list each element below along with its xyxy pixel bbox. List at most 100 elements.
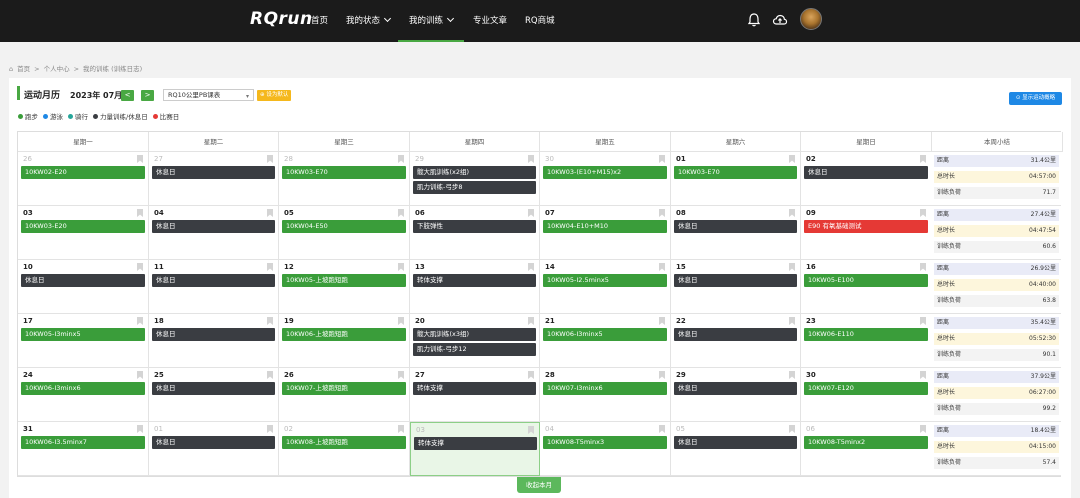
bookmark-icon[interactable] — [137, 317, 143, 325]
bookmark-icon[interactable] — [398, 263, 404, 271]
calendar-day-cell[interactable]: 07 10KW04-E10+M10 — [540, 206, 671, 260]
training-event[interactable]: 10KW08-上坡跑短跑 — [282, 436, 406, 449]
training-event[interactable]: 10KW03-E20 — [21, 220, 145, 233]
training-event[interactable]: 10KW07-E120 — [804, 382, 928, 395]
calendar-day-cell[interactable]: 06 10KW08-T5minx2 — [801, 422, 932, 476]
training-event[interactable]: 10KW03-E70 — [282, 166, 406, 179]
calendar-day-cell[interactable]: 31 10KW06-I3.5minx7 — [18, 422, 149, 476]
calendar-day-cell[interactable]: 29 休息日 — [671, 368, 801, 422]
calendar-day-cell[interactable]: 26 10KW07-上坡跑短跑 — [279, 368, 410, 422]
calendar-day-cell[interactable]: 19 10KW06-上坡跑短跑 — [279, 314, 410, 368]
bookmark-icon[interactable] — [659, 317, 665, 325]
calendar-day-cell[interactable]: 11 休息日 — [149, 260, 279, 314]
show-summary-button[interactable]: ⊙ 显示运动概略 — [1009, 92, 1062, 105]
calendar-day-cell[interactable]: 30 10KW03-(E10+M15)x2 — [540, 152, 671, 206]
breadcrumb-personal-center[interactable]: 个人中心 — [44, 65, 70, 73]
calendar-day-cell[interactable]: 10 休息日 — [18, 260, 149, 314]
breadcrumb-home[interactable]: 首页 — [17, 65, 30, 73]
training-event[interactable]: 休息日 — [674, 274, 797, 287]
nav-articles[interactable]: 专业文章 — [473, 14, 507, 26]
bookmark-icon[interactable] — [137, 155, 143, 163]
nav-home[interactable]: 首页 — [311, 14, 328, 26]
bookmark-icon[interactable] — [398, 155, 404, 163]
training-event[interactable]: 10KW05-I2.5minx5 — [543, 274, 667, 287]
bookmark-icon[interactable] — [920, 155, 926, 163]
bookmark-icon[interactable] — [789, 155, 795, 163]
training-event[interactable]: E90 有氧基础测试 — [804, 220, 928, 233]
training-event[interactable]: 转体支撑 — [414, 437, 537, 450]
bookmark-icon[interactable] — [398, 209, 404, 217]
training-event[interactable]: 休息日 — [152, 328, 275, 341]
nav-my-training[interactable]: 我的训练 — [409, 14, 455, 26]
calendar-day-cell[interactable]: 03 10KW03-E20 — [18, 206, 149, 260]
calendar-day-cell[interactable]: 20 髋大肌训练(x3组) 肌力训练-弓步12 — [410, 314, 540, 368]
training-event[interactable]: 10KW04-E10+M10 — [543, 220, 667, 233]
calendar-day-cell[interactable]: 30 10KW07-E120 — [801, 368, 932, 422]
training-event[interactable]: 10KW05-I3minx5 — [21, 328, 145, 341]
calendar-day-cell[interactable]: 06 下肢弹性 — [410, 206, 540, 260]
calendar-day-cell[interactable]: 09 E90 有氧基础测试 — [801, 206, 932, 260]
calendar-day-cell[interactable]: 24 10KW06-I3minx6 — [18, 368, 149, 422]
calendar-day-cell[interactable]: 01 休息日 — [149, 422, 279, 476]
bookmark-icon[interactable] — [789, 209, 795, 217]
training-event[interactable]: 休息日 — [674, 382, 797, 395]
training-event[interactable]: 10KW05-E100 — [804, 274, 928, 287]
bookmark-icon[interactable] — [659, 425, 665, 433]
training-event[interactable]: 10KW08-T5minx3 — [543, 436, 667, 449]
bookmark-icon[interactable] — [528, 371, 534, 379]
bookmark-icon[interactable] — [137, 425, 143, 433]
training-event[interactable]: 10KW07-上坡跑短跑 — [282, 382, 406, 395]
training-event[interactable]: 肌力训练-弓步8 — [413, 181, 536, 194]
training-event[interactable]: 10KW04-E50 — [282, 220, 406, 233]
calendar-day-cell[interactable]: 29 髋大肌训练(x2组) 肌力训练-弓步8 — [410, 152, 540, 206]
calendar-day-cell[interactable]: 23 10KW06-E110 — [801, 314, 932, 368]
training-event[interactable]: 休息日 — [152, 436, 275, 449]
calendar-day-cell[interactable]: 03 转体支撑 — [410, 422, 540, 476]
calendar-day-cell[interactable]: 25 休息日 — [149, 368, 279, 422]
bookmark-icon[interactable] — [267, 371, 273, 379]
training-event[interactable]: 转体支撑 — [413, 382, 536, 395]
training-event[interactable]: 10KW06-I3.5minx7 — [21, 436, 145, 449]
bookmark-icon[interactable] — [789, 317, 795, 325]
bookmark-icon[interactable] — [920, 263, 926, 271]
bookmark-icon[interactable] — [398, 371, 404, 379]
avatar[interactable] — [800, 8, 822, 30]
training-event[interactable]: 休息日 — [152, 274, 275, 287]
training-event[interactable]: 肌力训练-弓步12 — [413, 343, 536, 356]
bookmark-icon[interactable] — [528, 263, 534, 271]
training-event[interactable]: 10KW06-上坡跑短跑 — [282, 328, 406, 341]
training-event[interactable]: 休息日 — [804, 166, 928, 179]
bookmark-icon[interactable] — [659, 155, 665, 163]
calendar-day-cell[interactable]: 08 休息日 — [671, 206, 801, 260]
nav-my-status[interactable]: 我的状态 — [346, 14, 392, 26]
cloud-upload-icon[interactable] — [772, 12, 788, 28]
calendar-day-cell[interactable]: 28 10KW03-E70 — [279, 152, 410, 206]
training-event[interactable]: 休息日 — [152, 166, 275, 179]
training-event[interactable]: 10KW06-I3minx5 — [543, 328, 667, 341]
bookmark-icon[interactable] — [267, 209, 273, 217]
bookmark-icon[interactable] — [920, 317, 926, 325]
prev-month-button[interactable]: < — [121, 90, 134, 101]
bookmark-icon[interactable] — [920, 371, 926, 379]
calendar-day-cell[interactable]: 16 10KW05-E100 — [801, 260, 932, 314]
calendar-day-cell[interactable]: 18 休息日 — [149, 314, 279, 368]
bookmark-icon[interactable] — [528, 317, 534, 325]
training-event[interactable]: 休息日 — [674, 328, 797, 341]
calendar-day-cell[interactable]: 21 10KW06-I3minx5 — [540, 314, 671, 368]
calendar-day-cell[interactable]: 17 10KW05-I3minx5 — [18, 314, 149, 368]
nav-shop[interactable]: RQ商城 — [525, 14, 555, 26]
calendar-day-cell[interactable]: 01 10KW03-E70 — [671, 152, 801, 206]
bookmark-icon[interactable] — [137, 263, 143, 271]
plan-select[interactable]: RQ10公里PB课表 ▾ — [163, 89, 254, 101]
calendar-day-cell[interactable]: 02 10KW08-上坡跑短跑 — [279, 422, 410, 476]
bell-icon[interactable] — [746, 12, 762, 28]
bookmark-icon[interactable] — [137, 371, 143, 379]
bookmark-icon[interactable] — [789, 371, 795, 379]
training-event[interactable]: 髋大肌训练(x2组) — [413, 166, 536, 179]
training-event[interactable]: 转体支撑 — [413, 274, 536, 287]
training-event[interactable]: 休息日 — [21, 274, 145, 287]
calendar-day-cell[interactable]: 14 10KW05-I2.5minx5 — [540, 260, 671, 314]
bookmark-icon[interactable] — [267, 263, 273, 271]
bookmark-icon[interactable] — [789, 425, 795, 433]
set-default-button[interactable]: ⊕ 设为默认 — [257, 90, 292, 101]
